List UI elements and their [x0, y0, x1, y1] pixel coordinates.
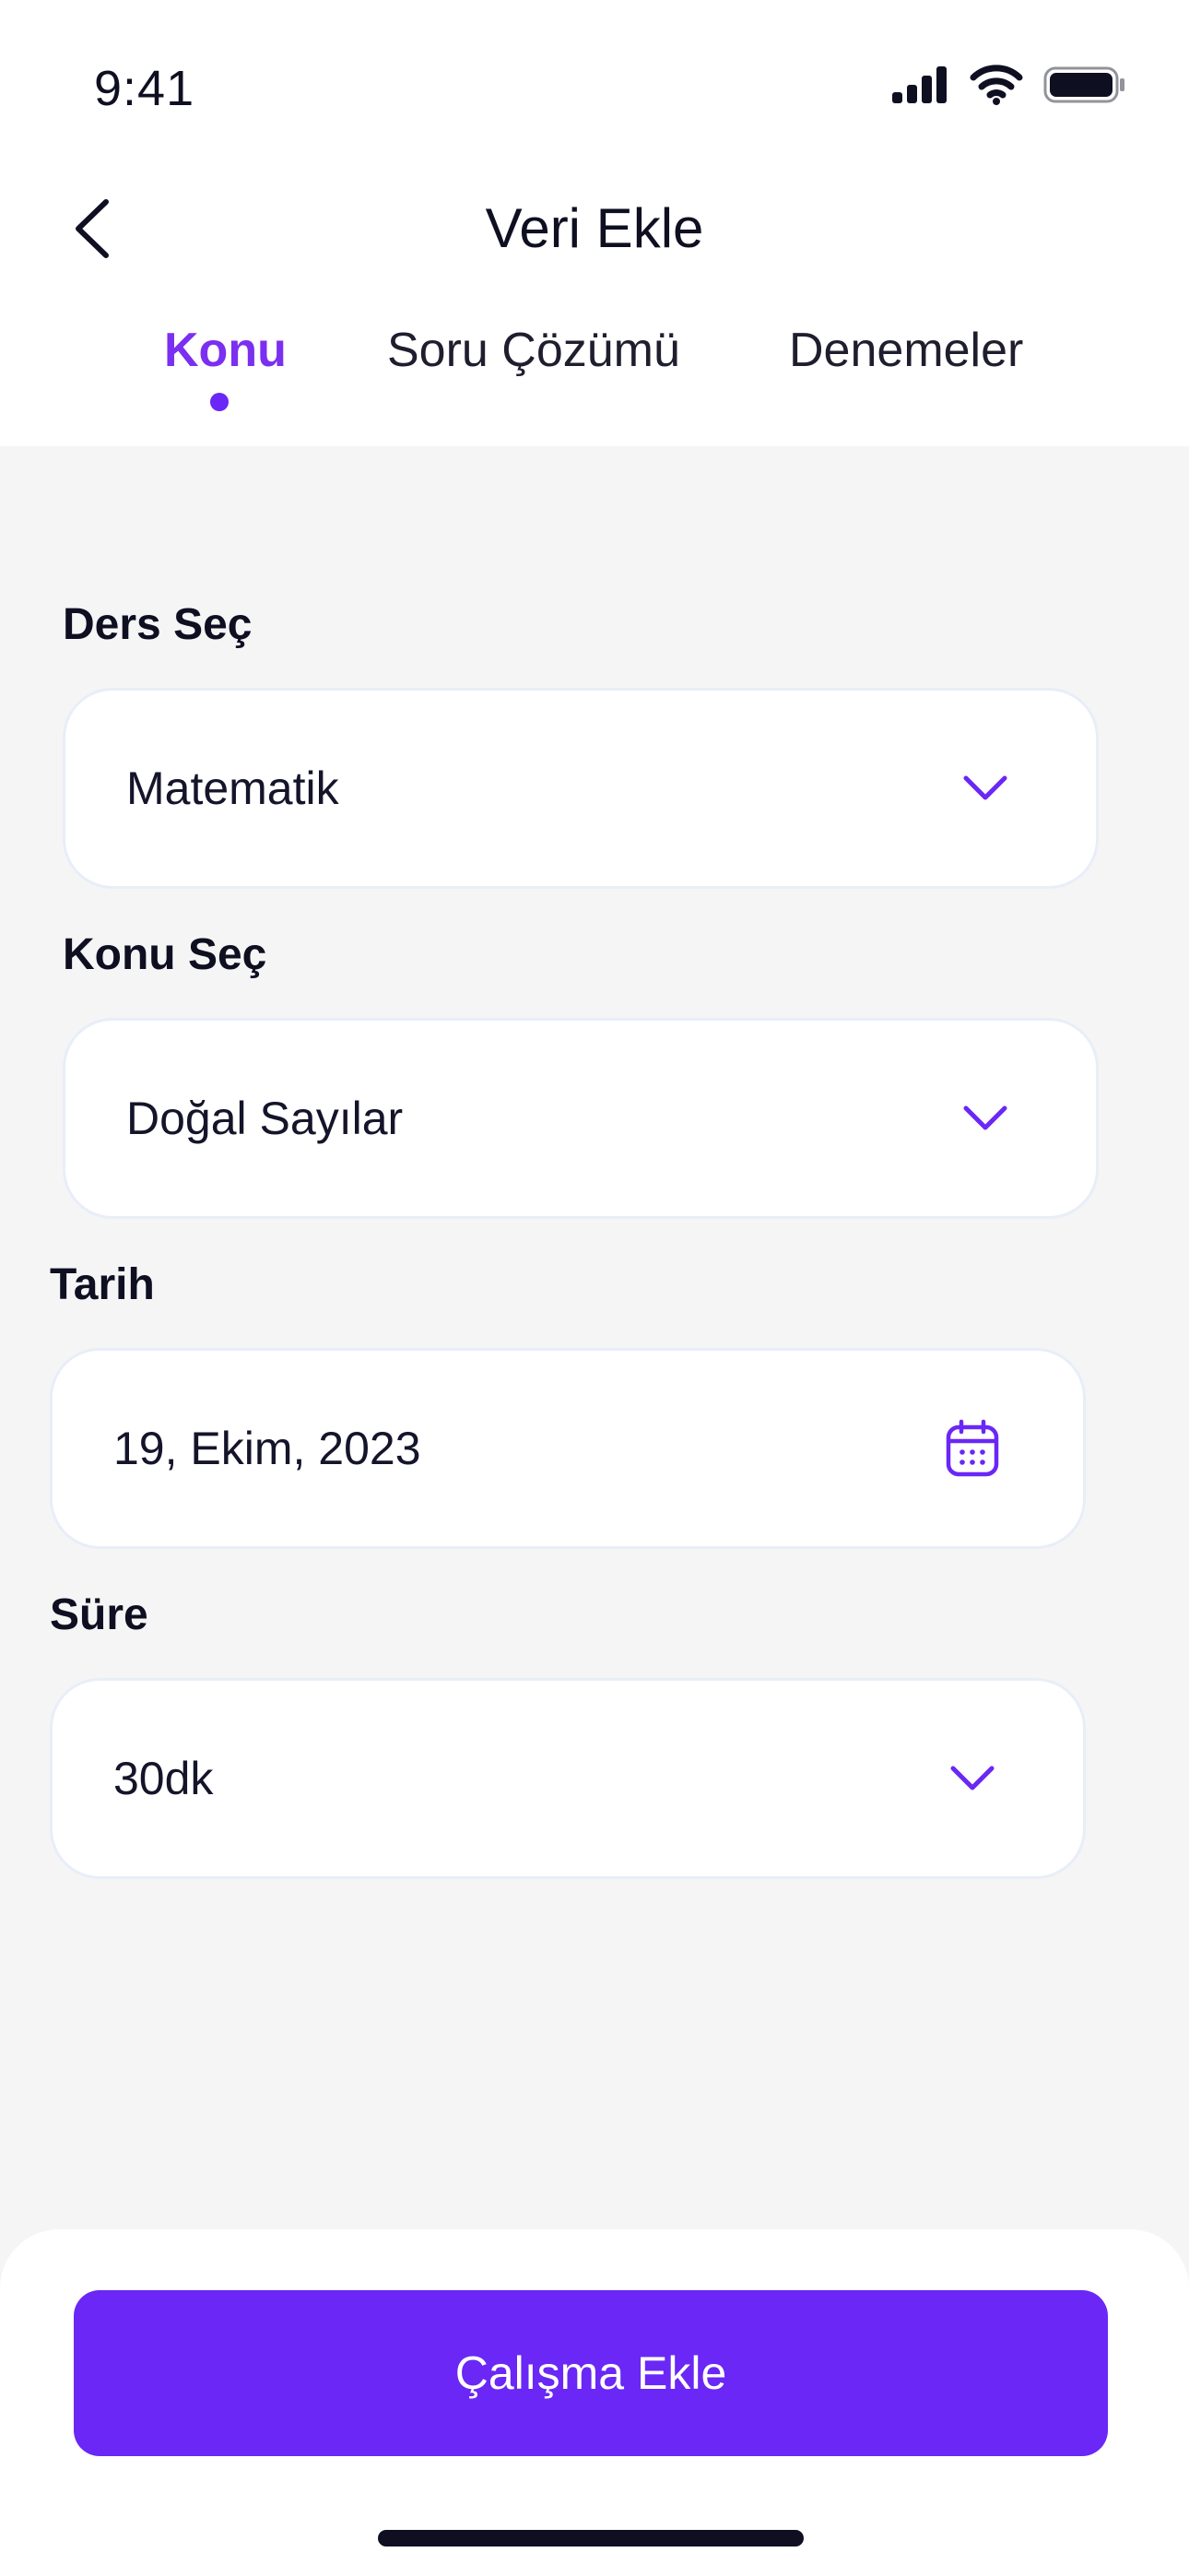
duration-label: Süre [50, 1590, 148, 1639]
calendar-icon [945, 1419, 1000, 1477]
add-study-button[interactable]: Çalışma Ekle [74, 2290, 1108, 2456]
chevron-down-icon [958, 761, 1013, 816]
status-time: 9:41 [94, 61, 195, 116]
chevron-down-icon [945, 1751, 1000, 1806]
date-picker[interactable]: 19, Ekim, 2023 [50, 1348, 1086, 1549]
tab-bar: Konu Soru Çözümü Denemeler [0, 313, 1189, 424]
wifi-icon [970, 64, 1023, 110]
topic-select[interactable]: Doğal Sayılar [63, 1018, 1099, 1219]
tab-soru-cozumu[interactable]: Soru Çözümü [387, 313, 680, 387]
top-header-area: 9:41 Veri Ekle Konu Soru Çözümü Denemele… [0, 0, 1189, 446]
date-value: 19, Ekim, 2023 [113, 1423, 421, 1474]
page-title: Veri Ekle [485, 197, 704, 259]
active-tab-indicator [210, 393, 229, 411]
battery-icon [1043, 65, 1126, 110]
status-icons [887, 61, 1126, 112]
topic-label: Konu Seç [63, 930, 267, 979]
topic-value: Doğal Sayılar [126, 1093, 404, 1144]
course-label: Ders Seç [63, 600, 253, 649]
date-label: Tarih [50, 1260, 155, 1309]
tab-konu[interactable]: Konu [164, 313, 287, 387]
cellular-signal-icon [890, 65, 949, 110]
duration-value: 30dk [113, 1753, 214, 1804]
home-indicator [378, 2530, 804, 2546]
course-value: Matematik [126, 762, 339, 814]
duration-select[interactable]: 30dk [50, 1678, 1086, 1879]
chevron-down-icon [958, 1091, 1013, 1146]
course-select[interactable]: Matematik [63, 688, 1099, 889]
tab-denemeler[interactable]: Denemeler [789, 313, 1023, 387]
